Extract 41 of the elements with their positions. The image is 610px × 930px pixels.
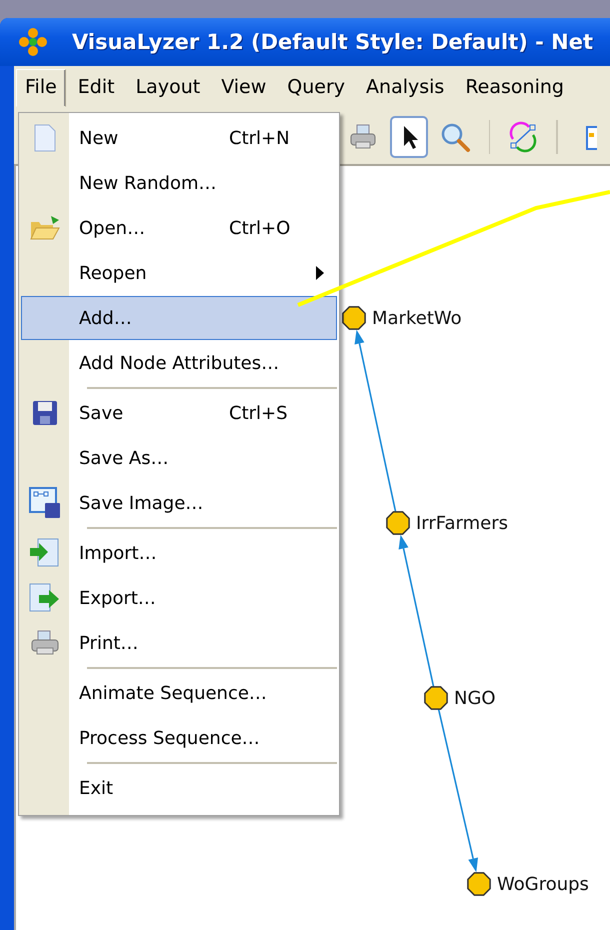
menu-item[interactable]: View (212, 69, 276, 107)
menu-entry[interactable]: Export… (21, 576, 337, 620)
submenu-arrow-icon (316, 266, 324, 280)
menu-entry[interactable]: Animate Sequence… (21, 671, 337, 715)
menu-item[interactable]: Analysis (357, 69, 454, 107)
menu-entry[interactable]: Save As… (21, 436, 337, 480)
node-label: WoGroups (497, 874, 589, 895)
pointer-tool-button[interactable] (390, 116, 428, 158)
menu-entry[interactable]: Reopen (21, 251, 337, 295)
menu-item[interactable]: File (16, 69, 66, 107)
network-node[interactable] (424, 686, 448, 710)
menu-item[interactable]: Query (278, 69, 354, 107)
printer-icon (30, 629, 60, 657)
node-label: IrrFarmers (416, 513, 508, 534)
network-node[interactable] (467, 872, 491, 896)
node-label: NGO (454, 688, 496, 709)
search-icon (439, 121, 472, 153)
folder-icon (29, 214, 61, 242)
menu-entry[interactable]: Save Image… (21, 481, 337, 525)
menu-entry[interactable]: Add Node Attributes… (21, 341, 337, 385)
menu-entry[interactable]: Process Sequence… (21, 716, 337, 760)
menu-item[interactable]: Layout (126, 69, 210, 107)
menu-entry[interactable]: Open… Ctrl+O (21, 206, 337, 250)
menu-entry[interactable]: Exit (21, 766, 337, 810)
diagram-disk-icon (29, 487, 61, 519)
menu-entry[interactable]: Add… (21, 296, 337, 340)
menu-item[interactable]: Reasoning (456, 69, 573, 107)
menu-entry[interactable]: New Ctrl+N (21, 116, 337, 160)
menu-item[interactable]: Edit (68, 69, 124, 107)
menu-entry[interactable]: New Random… (21, 161, 337, 205)
network-node[interactable] (342, 306, 366, 330)
menu-entry[interactable]: Print… (21, 621, 337, 665)
import-icon (29, 538, 61, 568)
app-logo-icon (18, 27, 48, 57)
menu-entry[interactable]: Save Ctrl+S (21, 391, 337, 435)
export-icon (29, 583, 61, 613)
window-title: VisuaLyzer 1.2 (Default Style: Default) - Net (72, 30, 594, 54)
network-node[interactable] (386, 511, 410, 535)
node-label: MarketWo (372, 308, 462, 329)
document-icon (33, 124, 57, 152)
menu-entry[interactable]: Import… (21, 531, 337, 575)
